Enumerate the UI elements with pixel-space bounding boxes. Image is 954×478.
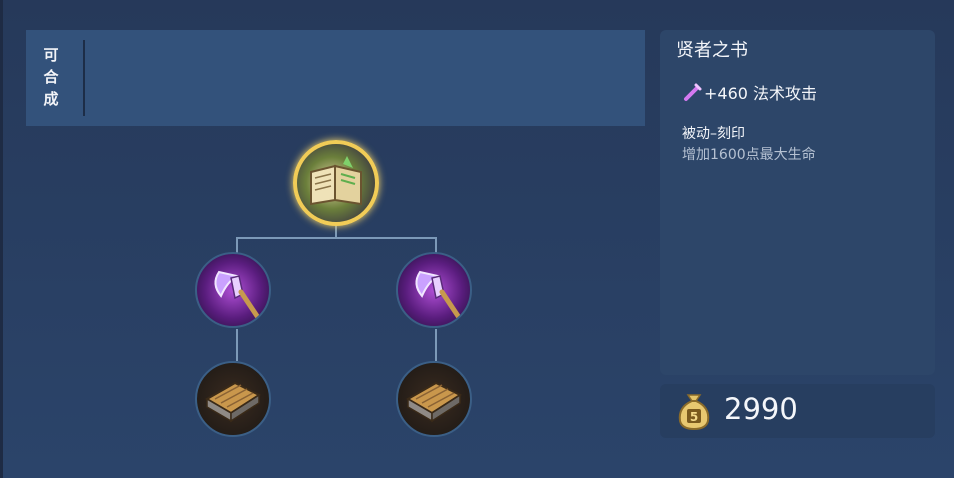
passive-description: 增加1600点最大生命 <box>682 147 816 163</box>
tome-icon <box>406 381 463 423</box>
magic-staff-item[interactable] <box>195 252 271 328</box>
price-panel: 5 2990 <box>660 384 935 438</box>
passive-name: 被动–刻印 <box>682 126 745 142</box>
window-left-border <box>0 0 3 478</box>
attribute-text: +460 法术攻击 <box>704 84 818 103</box>
magic-staff-item[interactable] <box>396 252 472 328</box>
tree-connector <box>435 237 437 253</box>
item-info-panel: 贤者之书 +460 法术攻击 被动–刻印 增加1600点最大生命 <box>660 30 935 375</box>
money-bag-icon: 5 <box>678 394 710 431</box>
sage-book-item[interactable] <box>293 140 379 226</box>
item-name: 贤者之书 <box>676 40 748 61</box>
attribute-row: +460 法术攻击 <box>682 80 817 104</box>
magic-staff-icon <box>415 270 461 319</box>
magic-attack-icon <box>684 83 702 101</box>
tree-connector <box>435 329 437 361</box>
tome-item[interactable] <box>195 361 271 437</box>
craftable-divider <box>83 40 85 116</box>
tome-item[interactable] <box>396 361 472 437</box>
tome-icon <box>205 381 262 423</box>
tree-connector <box>236 329 238 361</box>
price-value: 2990 <box>724 392 798 426</box>
tree-connector <box>236 237 436 239</box>
tree-connector <box>236 237 238 253</box>
craftable-panel: 可 合 成 <box>26 30 645 126</box>
svg-text:5: 5 <box>690 410 698 424</box>
craftable-label: 可 合 成 <box>43 46 59 108</box>
magic-staff-icon <box>214 270 260 319</box>
sage-book-icon <box>310 156 362 206</box>
item-recipe-tree <box>180 130 500 450</box>
